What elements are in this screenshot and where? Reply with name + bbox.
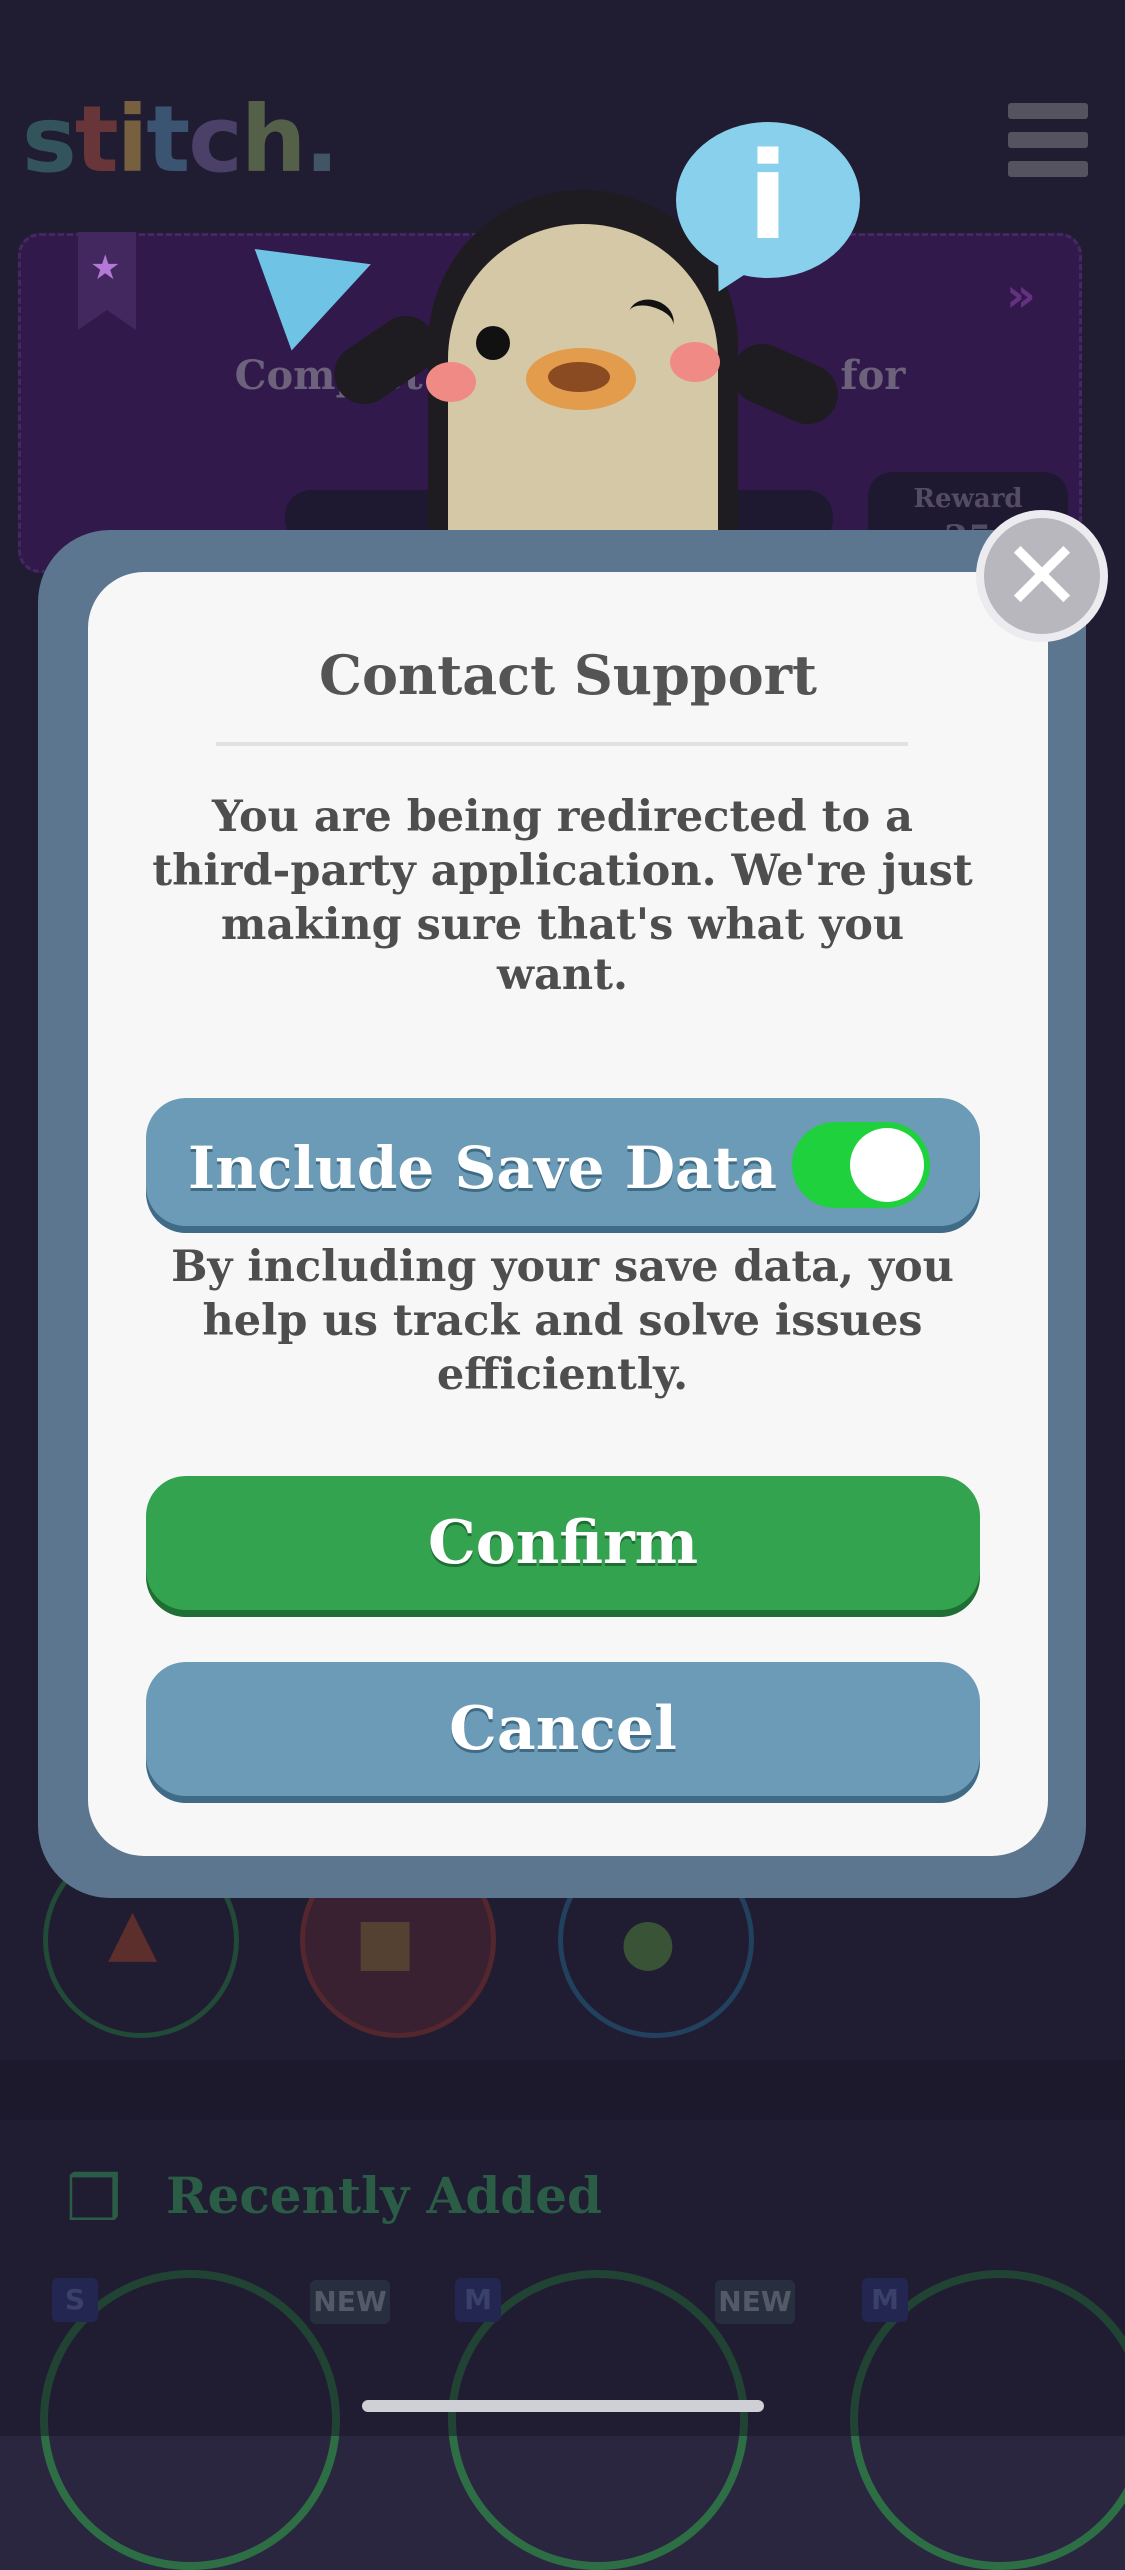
- cancel-button[interactable]: Cancel: [146, 1662, 980, 1796]
- penguin-cheek: [426, 362, 476, 402]
- close-icon[interactable]: ✕: [976, 510, 1108, 642]
- info-icon: i: [747, 128, 789, 267]
- penguin-mouth: [548, 362, 610, 392]
- penguin-cheek: [670, 342, 720, 382]
- save-data-help-line: help us track and solve issues: [202, 1296, 923, 1346]
- confirm-button[interactable]: Confirm: [146, 1476, 980, 1610]
- home-indicator[interactable]: [362, 2400, 764, 2412]
- title-divider: [216, 742, 908, 746]
- include-save-data-label: Include Save Data: [188, 1134, 777, 1202]
- save-data-help-line: By including your save data, you: [171, 1242, 954, 1292]
- star-icon: ★: [90, 248, 121, 288]
- toggle-knob[interactable]: [850, 1128, 924, 1202]
- dialog-message-line: You are being redirected to a: [211, 792, 914, 842]
- save-data-help-line: efficiently.: [436, 1350, 689, 1400]
- dialog-title: Contact Support: [319, 643, 817, 707]
- penguin-eye: [476, 326, 510, 360]
- dialog-message-line: third-party application. We're just: [152, 846, 973, 896]
- dialog-message-line: making sure that's what you want.: [220, 900, 905, 1000]
